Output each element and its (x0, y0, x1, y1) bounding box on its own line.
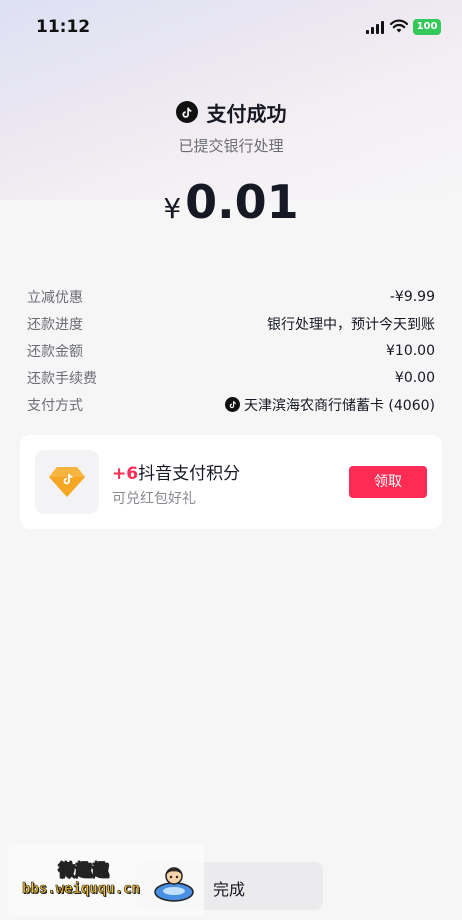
detail-value: ¥0.00 (394, 369, 435, 386)
detail-value: -¥9.99 (389, 288, 435, 305)
reward-card: +6抖音支付积分 可兑红包好礼 领取 (20, 435, 442, 529)
detail-row-progress: 还款进度 银行处理中，预计今天到账 (27, 310, 435, 337)
douyin-pay-icon (224, 397, 240, 412)
battery-icon: 100 (413, 19, 441, 35)
payment-method-value: 天津滨海农商行储蓄卡 (4060) (224, 395, 435, 415)
signal-icon (366, 21, 384, 34)
watermark-title: 微趣趣 (58, 861, 110, 882)
page-title: 支付成功 (206, 101, 287, 126)
page-subtitle: 已提交银行处理 (178, 137, 284, 155)
wifi-icon (390, 19, 408, 33)
currency-symbol: ¥ (163, 192, 182, 225)
detail-row-payment-method: 支付方式 天津滨海农商行储蓄卡 (4060) (27, 391, 435, 418)
claim-button[interactable]: 领取 (349, 466, 427, 498)
detail-label: 支付方式 (27, 397, 83, 414)
watermark-url: bbs.weiququ.cn (22, 881, 141, 898)
payment-amount: ¥ 0.01 (0, 175, 462, 235)
detail-row-discount: 立减优惠 -¥9.99 (27, 283, 435, 310)
battery-level: 100 (416, 21, 438, 32)
mascot-icon (154, 867, 194, 902)
points-diamond-icon (35, 450, 99, 514)
detail-row-repay-amount: 还款金额 ¥10.00 (27, 337, 435, 364)
amount-value: 0.01 (185, 175, 299, 229)
payment-header: 支付成功 (0, 98, 462, 126)
watermark: 微趣趣 bbs.weiququ.cn (0, 842, 210, 920)
status-time: 11:12 (36, 17, 91, 37)
detail-row-fee: 还款手续费 ¥0.00 (27, 364, 435, 391)
reward-description: 可兑红包好礼 (112, 491, 196, 507)
done-label: 完成 (213, 880, 246, 899)
detail-label: 立减优惠 (27, 289, 83, 306)
reward-name: 抖音支付积分 (138, 464, 241, 484)
douyin-logo-icon (175, 101, 198, 123)
detail-value: ¥10.00 (386, 342, 435, 359)
reward-title: +6抖音支付积分 (112, 459, 240, 484)
status-bar: 11:12 100 (0, 0, 462, 56)
detail-value: 银行处理中，预计今天到账 (267, 316, 435, 333)
payment-details: 立减优惠 -¥9.99 还款进度 银行处理中，预计今天到账 还款金额 ¥10.0… (27, 283, 435, 418)
detail-label: 还款进度 (27, 316, 83, 333)
detail-value: 天津滨海农商行储蓄卡 (4060) (243, 397, 435, 414)
reward-points: +6 (112, 464, 139, 484)
detail-label: 还款手续费 (27, 370, 97, 387)
detail-label: 还款金额 (27, 343, 83, 360)
